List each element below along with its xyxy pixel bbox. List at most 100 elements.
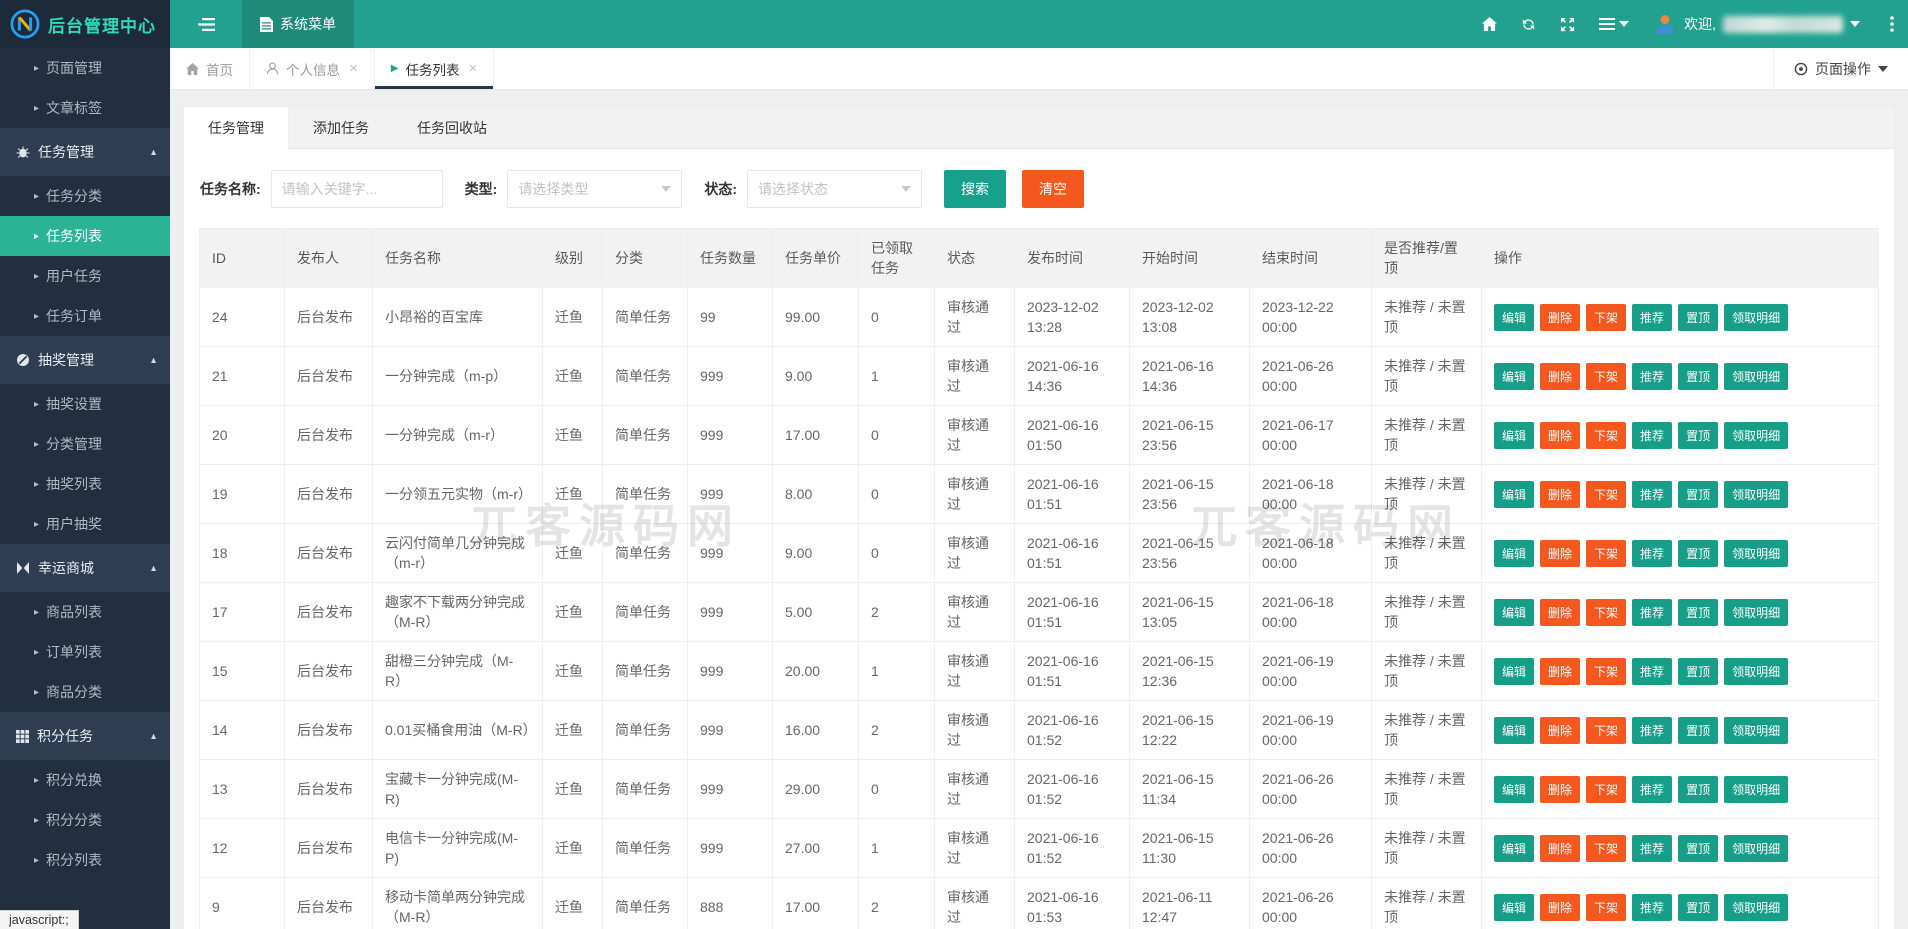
pin-top-button[interactable]: 置顶 — [1678, 894, 1718, 921]
clear-button[interactable]: 清空 — [1022, 170, 1084, 208]
delete-button[interactable]: 删除 — [1540, 540, 1580, 567]
off-shelf-button[interactable]: 下架 — [1586, 835, 1626, 862]
sidebar-item-抽奖设置[interactable]: ▸抽奖设置 — [0, 384, 170, 424]
fullscreen-icon[interactable] — [1560, 17, 1575, 32]
sidebar-item-商品分类[interactable]: ▸商品分类 — [0, 672, 170, 712]
type-select[interactable]: 请选择类型 — [507, 170, 682, 208]
sidebar-section-幸运商城[interactable]: 幸运商城▲ — [0, 544, 170, 592]
sidebar-item-商品列表[interactable]: ▸商品列表 — [0, 592, 170, 632]
edit-button[interactable]: 编辑 — [1494, 776, 1534, 803]
delete-button[interactable]: 删除 — [1540, 776, 1580, 803]
task-name-input[interactable] — [271, 170, 443, 208]
recommend-button[interactable]: 推荐 — [1632, 776, 1672, 803]
search-button[interactable]: 搜索 — [944, 170, 1006, 208]
edit-button[interactable]: 编辑 — [1494, 481, 1534, 508]
home-icon[interactable] — [1482, 17, 1497, 31]
recommend-button[interactable]: 推荐 — [1632, 717, 1672, 744]
delete-button[interactable]: 删除 — [1540, 481, 1580, 508]
claim-detail-button[interactable]: 领取明细 — [1724, 304, 1788, 331]
edit-button[interactable]: 编辑 — [1494, 658, 1534, 685]
edit-button[interactable]: 编辑 — [1494, 835, 1534, 862]
sidebar-item-任务列表[interactable]: ▸任务列表 — [0, 216, 170, 256]
edit-button[interactable]: 编辑 — [1494, 363, 1534, 390]
pin-top-button[interactable]: 置顶 — [1678, 481, 1718, 508]
pin-top-button[interactable]: 置顶 — [1678, 717, 1718, 744]
more-options-icon[interactable] — [1890, 16, 1894, 32]
pin-top-button[interactable]: 置顶 — [1678, 599, 1718, 626]
close-icon[interactable]: × — [468, 60, 477, 77]
sidebar-section-任务管理[interactable]: 任务管理▲ — [0, 128, 170, 176]
off-shelf-button[interactable]: 下架 — [1586, 776, 1626, 803]
refresh-icon[interactable] — [1521, 17, 1536, 32]
off-shelf-button[interactable]: 下架 — [1586, 894, 1626, 921]
delete-button[interactable]: 删除 — [1540, 894, 1580, 921]
menu-dropdown-icon[interactable] — [1599, 18, 1629, 30]
tab-个人信息[interactable]: 个人信息× — [250, 48, 375, 89]
pin-top-button[interactable]: 置顶 — [1678, 540, 1718, 567]
sidebar-item-用户抽奖[interactable]: ▸用户抽奖 — [0, 504, 170, 544]
page-operations-button[interactable]: 页面操作 — [1773, 48, 1908, 89]
close-icon[interactable]: × — [349, 60, 358, 77]
sidebar-toggle-button[interactable] — [170, 0, 242, 48]
pin-top-button[interactable]: 置顶 — [1678, 304, 1718, 331]
sidebar-item-页面管理[interactable]: ▸页面管理 — [0, 48, 170, 88]
delete-button[interactable]: 删除 — [1540, 717, 1580, 744]
delete-button[interactable]: 删除 — [1540, 658, 1580, 685]
claim-detail-button[interactable]: 领取明细 — [1724, 481, 1788, 508]
sidebar-item-分类管理[interactable]: ▸分类管理 — [0, 424, 170, 464]
claim-detail-button[interactable]: 领取明细 — [1724, 422, 1788, 449]
recommend-button[interactable]: 推荐 — [1632, 540, 1672, 567]
panel-tab-任务回收站[interactable]: 任务回收站 — [393, 107, 511, 149]
panel-tab-添加任务[interactable]: 添加任务 — [289, 107, 393, 149]
claim-detail-button[interactable]: 领取明细 — [1724, 717, 1788, 744]
off-shelf-button[interactable]: 下架 — [1586, 422, 1626, 449]
pin-top-button[interactable]: 置顶 — [1678, 363, 1718, 390]
delete-button[interactable]: 删除 — [1540, 599, 1580, 626]
sidebar-section-抽奖管理[interactable]: 抽奖管理▲ — [0, 336, 170, 384]
user-menu[interactable]: 欢迎, — [1653, 12, 1860, 36]
off-shelf-button[interactable]: 下架 — [1586, 599, 1626, 626]
sidebar-item-订单列表[interactable]: ▸订单列表 — [0, 632, 170, 672]
edit-button[interactable]: 编辑 — [1494, 540, 1534, 567]
sidebar-item-抽奖列表[interactable]: ▸抽奖列表 — [0, 464, 170, 504]
edit-button[interactable]: 编辑 — [1494, 894, 1534, 921]
claim-detail-button[interactable]: 领取明细 — [1724, 540, 1788, 567]
delete-button[interactable]: 删除 — [1540, 835, 1580, 862]
tab-首页[interactable]: 首页 — [170, 48, 250, 89]
claim-detail-button[interactable]: 领取明细 — [1724, 835, 1788, 862]
sidebar-item-任务分类[interactable]: ▸任务分类 — [0, 176, 170, 216]
off-shelf-button[interactable]: 下架 — [1586, 304, 1626, 331]
sidebar-item-积分兑换[interactable]: ▸积分兑换 — [0, 760, 170, 800]
recommend-button[interactable]: 推荐 — [1632, 894, 1672, 921]
recommend-button[interactable]: 推荐 — [1632, 363, 1672, 390]
delete-button[interactable]: 删除 — [1540, 422, 1580, 449]
off-shelf-button[interactable]: 下架 — [1586, 363, 1626, 390]
topnav-system-menu[interactable]: 系统菜单 — [242, 0, 354, 48]
delete-button[interactable]: 删除 — [1540, 363, 1580, 390]
off-shelf-button[interactable]: 下架 — [1586, 717, 1626, 744]
sidebar-item-积分分类[interactable]: ▸积分分类 — [0, 800, 170, 840]
recommend-button[interactable]: 推荐 — [1632, 599, 1672, 626]
sidebar-item-任务订单[interactable]: ▸任务订单 — [0, 296, 170, 336]
claim-detail-button[interactable]: 领取明细 — [1724, 776, 1788, 803]
recommend-button[interactable]: 推荐 — [1632, 481, 1672, 508]
edit-button[interactable]: 编辑 — [1494, 422, 1534, 449]
recommend-button[interactable]: 推荐 — [1632, 304, 1672, 331]
pin-top-button[interactable]: 置顶 — [1678, 658, 1718, 685]
tab-任务列表[interactable]: ▶任务列表× — [375, 48, 494, 89]
edit-button[interactable]: 编辑 — [1494, 599, 1534, 626]
recommend-button[interactable]: 推荐 — [1632, 422, 1672, 449]
status-select[interactable]: 请选择状态 — [747, 170, 922, 208]
off-shelf-button[interactable]: 下架 — [1586, 540, 1626, 567]
claim-detail-button[interactable]: 领取明细 — [1724, 658, 1788, 685]
claim-detail-button[interactable]: 领取明细 — [1724, 599, 1788, 626]
pin-top-button[interactable]: 置顶 — [1678, 835, 1718, 862]
sidebar-item-积分列表[interactable]: ▸积分列表 — [0, 840, 170, 880]
edit-button[interactable]: 编辑 — [1494, 304, 1534, 331]
recommend-button[interactable]: 推荐 — [1632, 835, 1672, 862]
edit-button[interactable]: 编辑 — [1494, 717, 1534, 744]
sidebar-item-用户任务[interactable]: ▸用户任务 — [0, 256, 170, 296]
off-shelf-button[interactable]: 下架 — [1586, 658, 1626, 685]
recommend-button[interactable]: 推荐 — [1632, 658, 1672, 685]
claim-detail-button[interactable]: 领取明细 — [1724, 363, 1788, 390]
